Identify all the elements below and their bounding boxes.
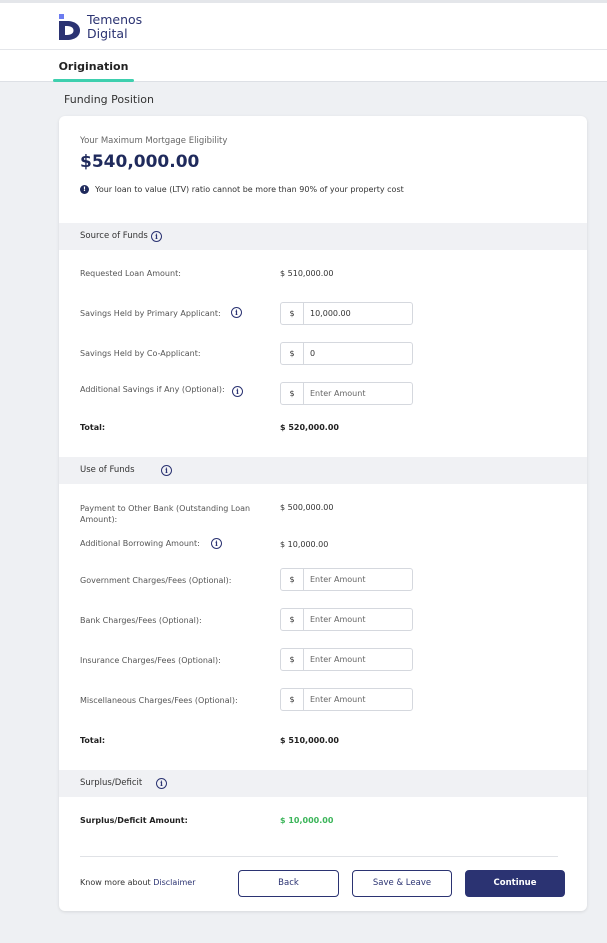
know-more-text: Know more about Disclaimer xyxy=(80,878,196,887)
government-charges-label: Government Charges/Fees (Optional): xyxy=(80,576,232,585)
currency-prefix: $ xyxy=(281,303,304,324)
co-applicant-savings-value[interactable]: 0 xyxy=(304,343,412,364)
eligibility-amount: $540,000.00 xyxy=(80,152,200,172)
source-of-funds-header: Source of Funds i xyxy=(59,223,587,250)
save-and-leave-button[interactable]: Save & Leave xyxy=(352,870,452,897)
use-total-value: $ 510,000.00 xyxy=(280,736,339,745)
info-icon[interactable]: i xyxy=(151,231,162,242)
payment-other-bank-label: Payment to Other Bank (Outstanding Loan … xyxy=(80,504,251,523)
insurance-charges-input[interactable]: $ Enter Amount xyxy=(280,648,413,671)
info-icon[interactable]: i xyxy=(161,465,172,476)
additional-savings-placeholder[interactable]: Enter Amount xyxy=(304,383,412,404)
insurance-charges-label: Insurance Charges/Fees (Optional): xyxy=(80,656,221,665)
source-total-value: $ 520,000.00 xyxy=(280,423,339,432)
brand-line-1: Temenos xyxy=(87,12,143,27)
bank-charges-placeholder[interactable]: Enter Amount xyxy=(304,609,412,630)
requested-loan-value: $ 510,000.00 xyxy=(280,269,334,278)
info-icon[interactable]: i xyxy=(156,778,167,789)
eligibility-label: Your Maximum Mortgage Eligibility xyxy=(80,136,228,146)
info-filled-icon: ! xyxy=(80,185,89,194)
tab-bar: Origination xyxy=(0,50,607,82)
currency-prefix: $ xyxy=(281,383,304,404)
know-more-label: Know more about xyxy=(80,878,151,887)
payment-other-bank-value: $ 500,000.00 xyxy=(280,503,334,512)
brand-name: Temenos Digital xyxy=(87,13,142,41)
additional-savings-input[interactable]: $ Enter Amount xyxy=(280,382,413,405)
misc-charges-placeholder[interactable]: Enter Amount xyxy=(304,689,412,710)
footer-divider xyxy=(80,856,558,857)
co-applicant-savings-input[interactable]: $ 0 xyxy=(280,342,413,365)
government-charges-placeholder[interactable]: Enter Amount xyxy=(304,569,412,590)
insurance-charges-placeholder[interactable]: Enter Amount xyxy=(304,649,412,670)
tab-origination[interactable]: Origination xyxy=(53,50,134,82)
source-of-funds-title: Source of Funds xyxy=(80,231,148,241)
page-title: Funding Position xyxy=(64,93,154,106)
primary-savings-input[interactable]: $ 10,000.00 xyxy=(280,302,413,325)
currency-prefix: $ xyxy=(281,609,304,630)
misc-charges-input[interactable]: $ Enter Amount xyxy=(280,688,413,711)
brand-line-2: Digital xyxy=(87,26,128,41)
funding-position-card: Your Maximum Mortgage Eligibility $540,0… xyxy=(59,116,587,911)
co-applicant-savings-label: Savings Held by Co-Applicant: xyxy=(80,349,201,358)
continue-button[interactable]: Continue xyxy=(465,870,565,897)
use-of-funds-title: Use of Funds xyxy=(80,465,135,475)
additional-savings-label: Additional Savings if Any (Optional): xyxy=(80,385,225,394)
ltv-note-text: Your loan to value (LTV) ratio cannot be… xyxy=(95,185,404,194)
currency-prefix: $ xyxy=(281,649,304,670)
info-icon[interactable]: i xyxy=(211,538,222,549)
surplus-deficit-header: Surplus/Deficit i xyxy=(59,770,587,797)
currency-prefix: $ xyxy=(281,569,304,590)
additional-borrowing-value: $ 10,000.00 xyxy=(280,540,329,549)
info-icon[interactable]: i xyxy=(231,307,242,318)
back-button[interactable]: Back xyxy=(238,870,339,897)
source-total-label: Total: xyxy=(80,423,106,432)
primary-savings-label: Savings Held by Primary Applicant: xyxy=(80,309,221,318)
info-icon[interactable]: i xyxy=(232,386,243,397)
primary-savings-value[interactable]: 10,000.00 xyxy=(304,303,412,324)
surplus-deficit-title: Surplus/Deficit xyxy=(80,778,143,788)
surplus-deficit-amount-value: $ 10,000.00 xyxy=(280,816,334,825)
temenos-logo[interactable]: Temenos Digital xyxy=(59,11,142,43)
temenos-logo-icon xyxy=(59,14,81,40)
ltv-note: ! Your loan to value (LTV) ratio cannot … xyxy=(80,185,404,194)
active-tab-indicator xyxy=(53,79,134,82)
currency-prefix: $ xyxy=(281,343,304,364)
requested-loan-label: Requested Loan Amount: xyxy=(80,269,181,278)
surplus-deficit-amount-label: Surplus/Deficit Amount: xyxy=(80,816,188,825)
disclaimer-link[interactable]: Disclaimer xyxy=(153,878,195,887)
top-bar: Temenos Digital xyxy=(0,0,607,50)
bank-charges-label: Bank Charges/Fees (Optional): xyxy=(80,616,202,625)
government-charges-input[interactable]: $ Enter Amount xyxy=(280,568,413,591)
use-total-label: Total: xyxy=(80,736,106,745)
currency-prefix: $ xyxy=(281,689,304,710)
additional-borrowing-label: Additional Borrowing Amount: xyxy=(80,539,200,548)
use-of-funds-header: Use of Funds i xyxy=(59,457,587,484)
bank-charges-input[interactable]: $ Enter Amount xyxy=(280,608,413,631)
misc-charges-label: Miscellaneous Charges/Fees (Optional): xyxy=(80,696,238,705)
